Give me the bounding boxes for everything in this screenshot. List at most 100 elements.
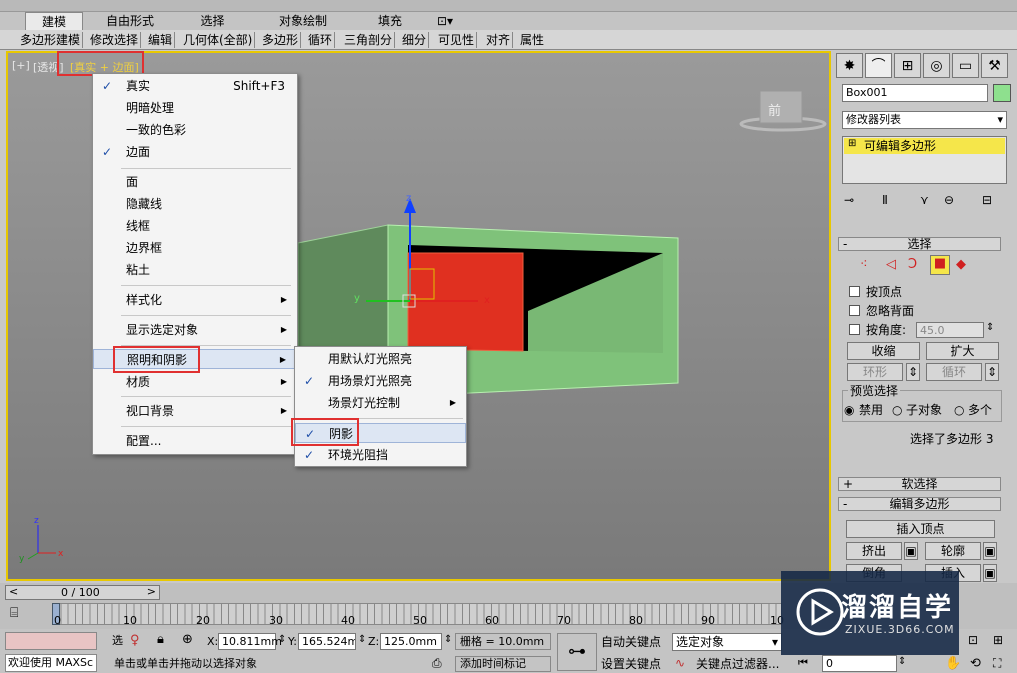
tab-populate[interactable]: 填充 [370,12,410,30]
outline-button[interactable]: 轮廓 [925,542,981,560]
modifier-list-dropdown[interactable]: 修改器列表 ▾ [842,111,1007,129]
y-spinner-icon[interactable]: ⇕ [358,634,366,645]
menu-item-configure[interactable]: 配置... [93,431,297,451]
submenu-item-scene-light-control[interactable]: 场景灯光控制 ▶ [295,393,466,413]
soft-selection-rollout-header[interactable]: + 软选择 [838,477,1001,491]
add-time-tag-icon[interactable]: ⎙ [432,656,442,671]
inset-settings-icon[interactable]: ▣ [983,564,997,582]
subtab-tris[interactable]: 三角剖分 [342,32,396,48]
loop-spinner-icon[interactable]: ⇕ [985,363,999,381]
radio-subobject[interactable]: ○ [892,403,902,417]
tab-modeling[interactable]: 建模 [25,12,83,30]
key-filter-icon[interactable]: ∿ [675,656,685,670]
by-angle-checkbox[interactable] [849,324,860,335]
vertex-icon[interactable]: ⁖ [860,257,868,272]
key-icon[interactable]: ⊶ [557,633,597,671]
hierarchy-tab-icon[interactable]: ⊞ [894,53,921,78]
loop-button[interactable]: 循环 [926,363,982,381]
submenu-item-ambient-occlusion[interactable]: ✓ 环境光阻挡 [295,445,466,465]
radio-multi[interactable]: ○ [954,403,964,417]
selection-rollout-header[interactable]: - 选择 [838,237,1001,251]
menu-item-viewport-background[interactable]: 视口背景 ▶ [93,401,297,421]
border-icon[interactable]: Ↄ [908,257,917,272]
by-vertex-checkbox[interactable] [849,286,860,297]
subtab-polygons[interactable]: 多边形 [260,32,302,48]
polygon-icon[interactable]: ■ [930,255,950,275]
orbit-icon[interactable]: ⟲ [970,656,981,671]
show-end-result-icon[interactable]: Ⅱ [882,193,888,207]
subtab-edit[interactable]: 编辑 [146,32,176,48]
pin-stack-icon[interactable]: ⊸ [844,193,854,207]
z-spinner-icon[interactable]: ⇕ [444,634,452,645]
menu-item-bounding-box[interactable]: 边界框 [93,238,297,258]
next-frame-icon[interactable]: > [147,585,156,598]
modify-tab-icon[interactable]: ⌒ [865,53,892,78]
menu-item-clay[interactable]: 粘土 [93,260,297,280]
remove-modifier-icon[interactable]: ⊖ [944,193,954,207]
time-slider[interactable]: < 0 / 100 > [5,585,160,600]
z-coordinate-field[interactable]: 125.0mm [380,633,442,650]
selected-object-dropdown[interactable]: 选定对象 ▾ [672,633,782,651]
edit-polygons-rollout-header[interactable]: - 编辑多边形 [838,497,1001,511]
prev-frame-icon[interactable]: < [9,585,18,598]
stack-item-editable-poly[interactable]: ⊞ 可编辑多边形 [844,138,1005,154]
angle-field[interactable]: 45.0 [916,322,984,338]
subtab-geometry-all[interactable]: 几何体(全部) [181,32,256,48]
submenu-item-default-lights[interactable]: 用默认灯光照亮 [295,349,466,369]
grow-button[interactable]: 扩大 [926,342,999,360]
outline-settings-icon[interactable]: ▣ [983,542,997,560]
ring-spinner-icon[interactable]: ⇕ [906,363,920,381]
insert-vertex-button[interactable]: 插入顶点 [846,520,995,538]
key-filters-button[interactable]: 关键点过滤器... [696,655,784,673]
ignore-backfacing-checkbox[interactable] [849,305,860,316]
set-key-button[interactable]: 设置关键点 [601,655,667,673]
current-frame-field[interactable]: 0 [822,655,897,672]
menu-item-stylized[interactable]: 样式化 ▶ [93,290,297,310]
x-spinner-icon[interactable]: ⇕ [278,634,286,645]
zoom-extents-all-icon[interactable]: ⊞ [993,633,1003,647]
transform-mode-icon[interactable]: ⊕ [182,632,193,647]
menu-item-display-selected[interactable]: 显示选定对象 ▶ [93,320,297,340]
motion-tab-icon[interactable]: ◎ [923,53,950,78]
tab-selection[interactable]: 选择 [190,12,235,30]
menu-item-realistic[interactable]: ✓ 真实 Shift+F3 [93,76,297,96]
shrink-button[interactable]: 收缩 [847,342,920,360]
lock-icon[interactable]: 🔒︎ [157,632,164,647]
element-icon[interactable]: ◆ [956,257,966,272]
display-tab-icon[interactable]: ▭ [952,53,979,78]
object-name-field[interactable]: Box001 [842,84,988,102]
maxscript-listener[interactable] [5,632,97,650]
extrude-button[interactable]: 挤出 [846,542,902,560]
mini-curve-editor-icon[interactable]: ⌸ [10,605,36,625]
expand-icon[interactable]: ⊞ [848,138,856,149]
menu-item-wireframe[interactable]: 线框 [93,216,297,236]
subtab-align[interactable]: 对齐 [484,32,514,48]
isolate-icon[interactable]: ♀ [130,633,140,648]
zoom-extents-icon[interactable]: ⊡ [968,633,978,647]
menu-item-materials[interactable]: 材质 ▶ [93,372,297,392]
radio-disabled[interactable]: ◉ [844,403,854,417]
menu-item-consistent-colors[interactable]: 一致的色彩 [93,120,297,140]
subtab-modify-selection[interactable]: 修改选择 [88,32,142,48]
tab-freeform[interactable]: 自由形式 [95,12,165,30]
tab-object-paint[interactable]: 对象绘制 [268,12,338,30]
auto-key-button[interactable]: 自动关键点 [601,633,667,651]
viewcube-front[interactable]: 前 [768,100,781,119]
subtab-poly-modeling[interactable]: 多边形建模 [18,32,84,48]
menu-item-hidden-line[interactable]: 隐藏线 [93,194,297,214]
subtab-loops[interactable]: 循环 [306,32,336,48]
menu-item-edged-faces[interactable]: ✓ 边面 [93,142,297,162]
menu-item-shaded[interactable]: 明暗处理 [93,98,297,118]
x-coordinate-field[interactable]: 10.811mm [218,633,282,650]
angle-spinner-icon[interactable]: ⇕ [986,322,994,333]
utilities-tab-icon[interactable]: ⚒ [981,53,1008,78]
subtab-subdivision[interactable]: 细分 [400,32,430,48]
go-to-start-icon[interactable]: ⏮ [798,656,808,670]
add-time-tag-button[interactable]: 添加时间标记 [455,656,551,672]
selection-lock-label[interactable]: 选 [112,632,130,650]
menu-item-facets[interactable]: 面 [93,172,297,192]
frame-spinner-icon[interactable]: ⇕ [898,656,906,667]
subtab-properties[interactable]: 属性 [518,32,546,48]
configure-sets-icon[interactable]: ⊟ [982,193,992,207]
maximize-viewport-icon[interactable]: ⛶ [993,656,1001,671]
